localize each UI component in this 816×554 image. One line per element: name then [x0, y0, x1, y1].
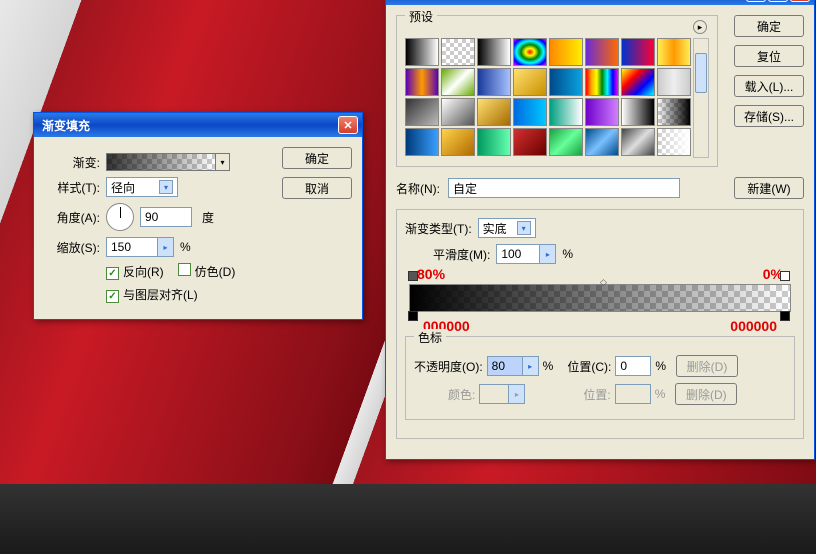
scale-spinner[interactable]: ▸ — [158, 237, 174, 257]
preset-swatch[interactable] — [621, 38, 655, 66]
cancel-button[interactable]: 取消 — [282, 177, 352, 199]
preset-swatch[interactable] — [513, 128, 547, 156]
preset-swatch[interactable] — [513, 98, 547, 126]
preset-swatch[interactable] — [549, 98, 583, 126]
preset-swatch[interactable] — [405, 38, 439, 66]
position-label: 位置(C): — [567, 358, 611, 375]
position-input[interactable]: 0 — [615, 356, 651, 376]
delete-color-stop-button: 删除(D) — [675, 383, 737, 405]
opacity-input[interactable]: 80 — [487, 356, 523, 376]
angle-label: 角度(A): — [44, 209, 100, 226]
preset-swatch[interactable] — [477, 68, 511, 96]
preset-swatch[interactable] — [477, 98, 511, 126]
preset-swatch[interactable] — [549, 128, 583, 156]
preset-swatch[interactable] — [441, 38, 475, 66]
delete-opacity-stop-button[interactable]: 删除(D) — [676, 355, 738, 377]
gradient-label: 渐变: — [44, 154, 100, 171]
opacity-stop-left[interactable] — [408, 271, 420, 285]
name-label: 名称(N): — [396, 180, 440, 197]
reset-button[interactable]: 复位 — [734, 45, 804, 67]
angle-unit: 度 — [202, 209, 214, 226]
gradient-picker-button[interactable]: ▾ — [216, 153, 230, 171]
save-button[interactable]: 存储(S)... — [734, 105, 804, 127]
preset-swatch[interactable] — [585, 128, 619, 156]
smooth-label: 平滑度(M): — [433, 246, 490, 263]
preset-swatch[interactable] — [477, 128, 511, 156]
angle-input[interactable]: 90 — [140, 207, 192, 227]
gradient-bar[interactable]: ◇ — [409, 284, 791, 312]
name-input[interactable] — [448, 178, 680, 198]
color-picker-button: ▸ — [509, 384, 525, 404]
ann-right-color: 000000 — [730, 318, 777, 334]
preset-swatch[interactable] — [657, 98, 691, 126]
color-stop-right[interactable] — [780, 311, 792, 325]
angle-dial[interactable] — [106, 203, 134, 231]
minimize-icon[interactable]: ━ — [746, 0, 766, 2]
midpoint-icon[interactable]: ◇ — [600, 277, 607, 288]
preset-swatch[interactable] — [441, 68, 475, 96]
preset-swatch[interactable] — [585, 98, 619, 126]
position2-input — [615, 384, 651, 404]
dialog-title: 渐变编辑器 — [394, 0, 454, 2]
gradient-editor-dialog: 渐变编辑器 ━ ☐ ✕ 确定 复位 载入(L)... 存储(S)... 预设 ▸… — [385, 0, 815, 460]
preset-swatch[interactable] — [513, 68, 547, 96]
color-swatch — [479, 384, 509, 404]
color-stop-left[interactable] — [408, 311, 420, 325]
preset-swatch[interactable] — [441, 128, 475, 156]
ok-button[interactable]: 确定 — [734, 15, 804, 37]
opacity-stop-right[interactable] — [780, 271, 792, 285]
preset-swatch[interactable] — [585, 38, 619, 66]
presets-legend: 预设 — [405, 8, 437, 25]
grad-type-select[interactable]: 实底▾ — [478, 218, 536, 238]
preset-swatch[interactable] — [621, 68, 655, 96]
grad-type-label: 渐变类型(T): — [405, 220, 472, 237]
close-icon[interactable]: ✕ — [338, 116, 358, 134]
ok-button[interactable]: 确定 — [282, 147, 352, 169]
preset-swatch[interactable] — [405, 98, 439, 126]
dialog-title: 渐变填充 — [42, 117, 90, 134]
gradient-preview[interactable] — [106, 153, 216, 171]
scrollbar[interactable] — [693, 38, 709, 158]
preset-swatch[interactable] — [549, 68, 583, 96]
style-select[interactable]: 径向▾ — [106, 177, 178, 197]
style-label: 样式(T): — [44, 179, 100, 196]
opacity-spinner[interactable]: ▸ — [523, 356, 539, 376]
titlebar[interactable]: 渐变填充 ✕ — [34, 113, 362, 137]
preset-swatch[interactable] — [657, 128, 691, 156]
reverse-checkbox[interactable]: ✓反向(R) — [106, 263, 164, 280]
opacity-label: 不透明度(O): — [414, 358, 483, 375]
preset-swatch[interactable] — [549, 38, 583, 66]
color-label: 颜色: — [448, 386, 475, 403]
preset-swatch[interactable] — [405, 128, 439, 156]
smooth-input[interactable]: 100 — [496, 244, 540, 264]
preset-swatch[interactable] — [621, 98, 655, 126]
preset-swatch[interactable] — [585, 68, 619, 96]
scale-input[interactable]: 150 — [106, 237, 158, 257]
preset-grid — [405, 38, 691, 158]
preset-swatch[interactable] — [477, 38, 511, 66]
scale-unit: % — [180, 240, 191, 254]
load-button[interactable]: 载入(L)... — [734, 75, 804, 97]
preset-swatch[interactable] — [513, 38, 547, 66]
close-icon[interactable]: ✕ — [790, 0, 810, 2]
preset-swatch[interactable] — [657, 38, 691, 66]
new-button[interactable]: 新建(W) — [734, 177, 804, 199]
presets-menu-icon[interactable]: ▸ — [693, 20, 707, 34]
gradient-fill-dialog: 渐变填充 ✕ 渐变: ▾ 样式(T): 径向▾ 角度(A): 90 度 — [33, 112, 363, 320]
ann-left-opacity: 80% — [417, 266, 445, 282]
position2-label: 位置: — [583, 386, 610, 403]
scale-label: 缩放(S): — [44, 239, 100, 256]
preset-swatch[interactable] — [405, 68, 439, 96]
align-checkbox[interactable]: ✓与图层对齐(L) — [106, 286, 198, 303]
stops-legend: 色标 — [414, 329, 446, 346]
smooth-spinner[interactable]: ▸ — [540, 244, 556, 264]
maximize-icon[interactable]: ☐ — [768, 0, 788, 2]
preset-swatch[interactable] — [441, 98, 475, 126]
dither-checkbox[interactable]: 仿色(D) — [178, 263, 236, 280]
preset-swatch[interactable] — [657, 68, 691, 96]
preset-swatch[interactable] — [621, 128, 655, 156]
